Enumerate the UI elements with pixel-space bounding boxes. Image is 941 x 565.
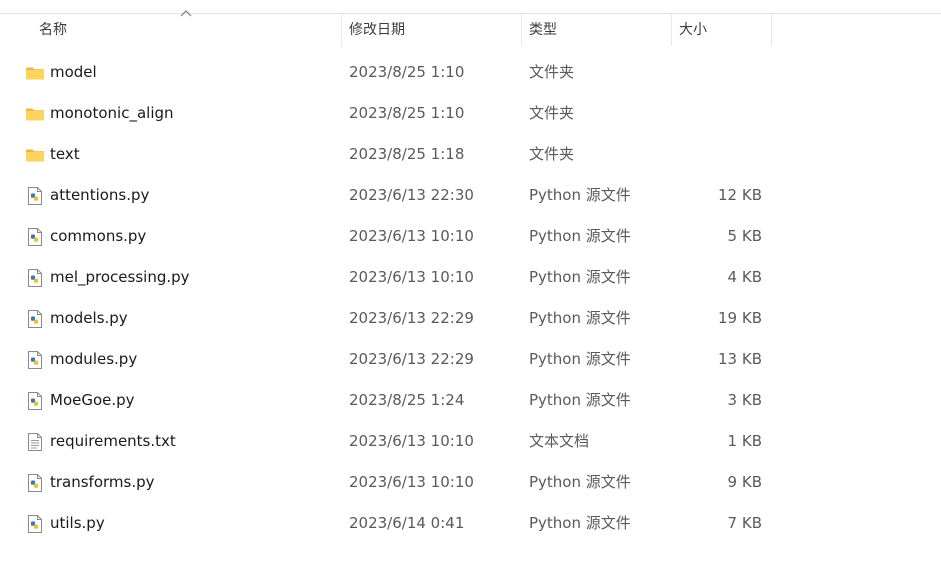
file-name: monotonic_align: [50, 104, 174, 122]
file-modified-date: 2023/6/13 22:29: [349, 350, 474, 368]
file-modified-date: 2023/6/13 10:10: [349, 432, 474, 450]
python-file-icon: [25, 227, 45, 247]
python-file-icon: [25, 268, 45, 288]
file-name: models.py: [50, 309, 128, 327]
python-file-icon: [25, 186, 45, 206]
file-size: 7 KB: [727, 514, 762, 532]
file-name: utils.py: [50, 514, 105, 532]
file-size: 4 KB: [727, 268, 762, 286]
column-header-bar: 名称 修改日期 类型 大小: [0, 10, 941, 46]
folder-icon: [25, 145, 45, 165]
file-size: 5 KB: [727, 227, 762, 245]
file-size: 13 KB: [718, 350, 762, 368]
file-type: 文件夹: [529, 104, 575, 122]
file-row[interactable]: modules.py 2023/6/13 22:29 Python 源文件 13 KB: [0, 339, 941, 380]
python-file-icon: [25, 309, 45, 329]
file-size: 19 KB: [718, 309, 762, 327]
file-row[interactable]: models.py 2023/6/13 22:29 Python 源文件 19 KB: [0, 298, 941, 339]
file-modified-date: 2023/8/25 1:10: [349, 63, 465, 81]
file-type: Python 源文件: [529, 473, 631, 491]
folder-icon: [25, 63, 45, 83]
file-size: 9 KB: [727, 473, 762, 491]
file-size: 12 KB: [718, 186, 762, 204]
file-modified-date: 2023/6/13 10:10: [349, 268, 474, 286]
file-row[interactable]: transforms.py 2023/6/13 10:10 Python 源文件 9 …: [0, 462, 941, 503]
file-type: Python 源文件: [529, 391, 631, 409]
file-size: 1 KB: [727, 432, 762, 450]
file-name: attentions.py: [50, 186, 150, 204]
file-row[interactable]: monotonic_align 2023/8/25 1:10 文件夹: [0, 93, 941, 134]
file-type: Python 源文件: [529, 514, 631, 532]
python-file-icon: [25, 514, 45, 534]
file-name: transforms.py: [50, 473, 155, 491]
file-size: [672, 93, 762, 134]
folder-icon: [25, 104, 45, 124]
file-modified-date: 2023/8/25 1:18: [349, 145, 465, 163]
python-file-icon: [25, 391, 45, 411]
column-header-name[interactable]: 名称: [31, 14, 341, 46]
file-row[interactable]: mel_processing.py 2023/6/13 10:10 Python 源…: [0, 257, 941, 298]
file-type: 文件夹: [529, 63, 575, 81]
file-row[interactable]: model 2023/8/25 1:10 文件夹: [0, 52, 941, 93]
file-type: Python 源文件: [529, 227, 631, 245]
file-size: [672, 134, 762, 175]
file-name: mel_processing.py: [50, 268, 190, 286]
file-row[interactable]: utils.py 2023/6/14 0:41 Python 源文件 7 KB: [0, 503, 941, 544]
file-name: commons.py: [50, 227, 147, 245]
file-name: modules.py: [50, 350, 138, 368]
python-file-icon: [25, 473, 45, 493]
python-file-icon: [25, 350, 45, 370]
file-type: Python 源文件: [529, 186, 631, 204]
file-row[interactable]: attentions.py 2023/6/13 22:30 Python 源文件 12…: [0, 175, 941, 216]
file-name: MoeGoe.py: [50, 391, 135, 409]
file-type: Python 源文件: [529, 350, 631, 368]
file-modified-date: 2023/6/13 22:29: [349, 309, 474, 327]
column-header-size[interactable]: 大小: [671, 14, 771, 46]
file-name: model: [50, 63, 97, 81]
file-modified-date: 2023/8/25 1:24: [349, 391, 465, 409]
file-type: 文本文档: [529, 432, 590, 450]
file-modified-date: 2023/6/14 0:41: [349, 514, 465, 532]
column-header-date[interactable]: 修改日期: [341, 14, 521, 46]
file-size: 3 KB: [727, 391, 762, 409]
file-row[interactable]: requirements.txt 2023/6/13 10:10 文本文档 1 KB: [0, 421, 941, 462]
file-modified-date: 2023/8/25 1:10: [349, 104, 465, 122]
file-type: 文件夹: [529, 145, 575, 163]
file-row[interactable]: text 2023/8/25 1:18 文件夹: [0, 134, 941, 175]
file-name: text: [50, 145, 80, 163]
file-modified-date: 2023/6/13 10:10: [349, 227, 474, 245]
text-file-icon: [25, 432, 45, 452]
file-type: Python 源文件: [529, 268, 631, 286]
file-modified-date: 2023/6/13 10:10: [349, 473, 474, 491]
column-header-type[interactable]: 类型: [521, 14, 671, 46]
file-row[interactable]: MoeGoe.py 2023/8/25 1:24 Python 源文件 3 KB: [0, 380, 941, 421]
file-modified-date: 2023/6/13 22:30: [349, 186, 474, 204]
file-type: Python 源文件: [529, 309, 631, 327]
column-divider[interactable]: [771, 14, 772, 46]
file-size: [672, 52, 762, 93]
file-row[interactable]: commons.py 2023/6/13 10:10 Python 源文件 5 KB: [0, 216, 941, 257]
file-name: requirements.txt: [50, 432, 176, 450]
